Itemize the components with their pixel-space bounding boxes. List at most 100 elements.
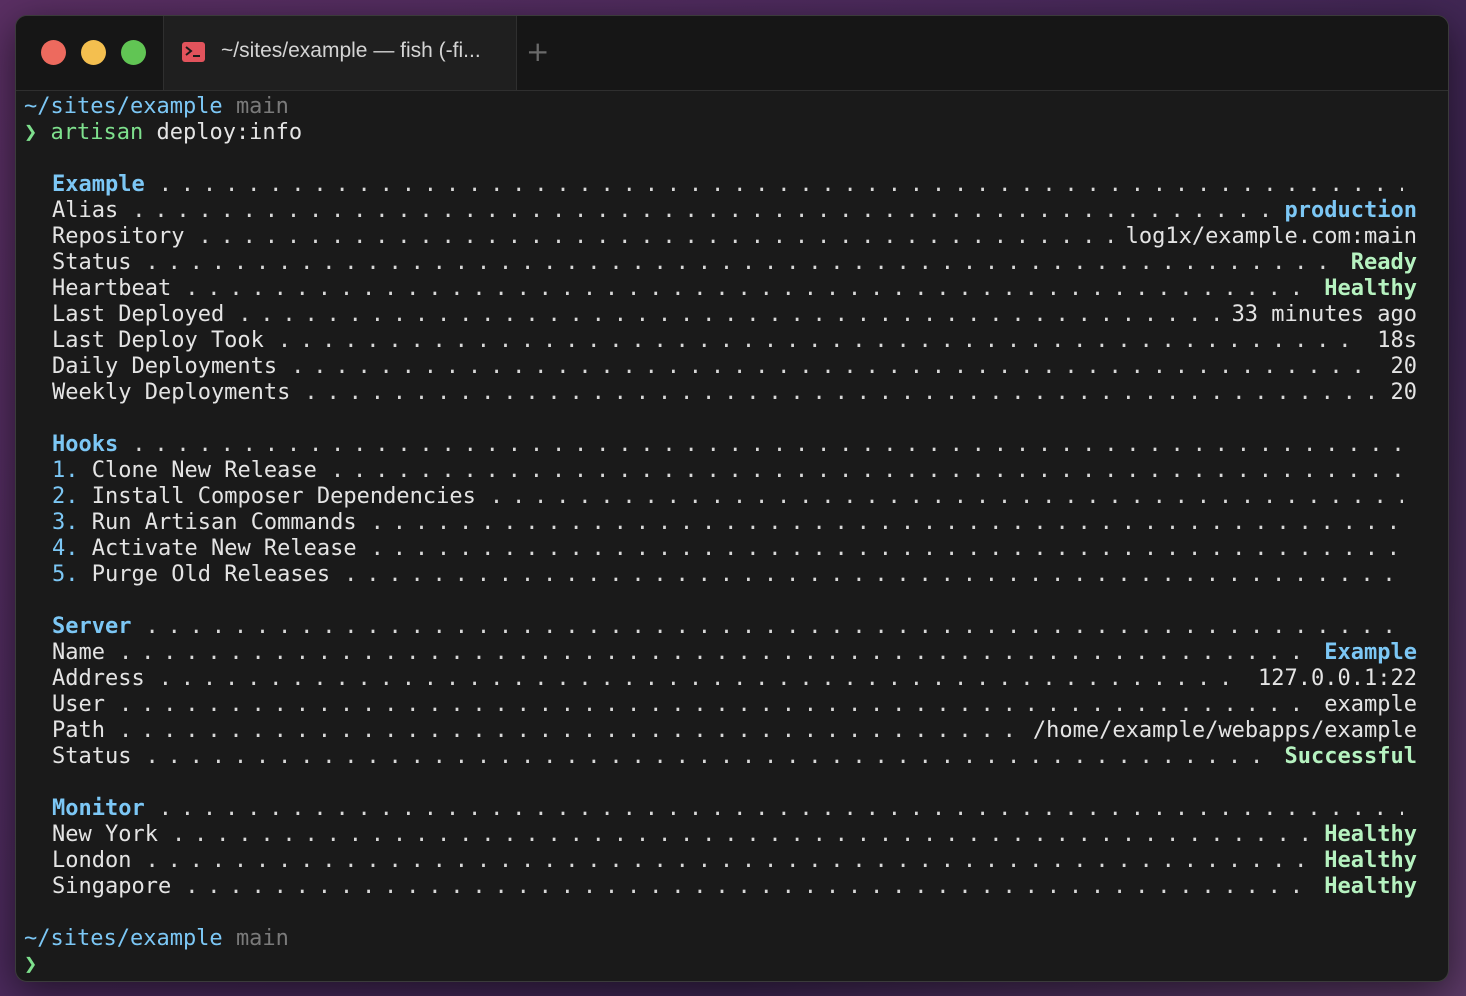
dot-leader (159, 666, 1244, 692)
terminal-window: ~/sites/example — fish (-fi... + ~/sites… (15, 15, 1449, 982)
dot-leader (185, 874, 1310, 900)
status-badge: Ready (1350, 250, 1417, 275)
dot-leader (145, 250, 1336, 276)
dot-leader (371, 536, 1403, 562)
dot-leader (278, 328, 1363, 354)
row-label: Name (52, 640, 105, 665)
section-header-example: Example (24, 172, 1434, 198)
dot-leader (132, 432, 1403, 458)
row-label: Status (52, 744, 132, 769)
row-label: Status (52, 250, 132, 275)
status-badge: Successful (1284, 744, 1417, 769)
hook-item: 4. Activate New Release (24, 536, 1434, 562)
terminal-icon (182, 42, 205, 62)
row-label: Example (52, 172, 145, 197)
status-badge: Healthy (1324, 822, 1417, 847)
info-row: London Healthy (24, 848, 1434, 874)
row-label: Last Deploy Took (52, 328, 264, 353)
info-row: Name Example (24, 640, 1434, 666)
dot-leader (119, 692, 1310, 718)
row-label: Hooks (52, 432, 119, 457)
section-header-hooks: Hooks (24, 432, 1434, 458)
row-value: production (1284, 198, 1417, 223)
row-label: 2. Install Composer Dependencies (52, 484, 476, 509)
row-value: example (1324, 692, 1417, 717)
info-row: Singapore Healthy (24, 874, 1434, 900)
command-args: deploy:info (156, 120, 303, 145)
input-line[interactable]: ❯ (24, 952, 1434, 978)
hook-item: 3. Run Artisan Commands (24, 510, 1434, 536)
prompt-cwd: ~/sites/example (24, 94, 223, 119)
row-label: Address (52, 666, 145, 691)
dot-leader (331, 458, 1403, 484)
info-row: Alias production (24, 198, 1434, 224)
info-row: Last Deploy Took 18s (24, 328, 1434, 354)
row-label: User (52, 692, 105, 717)
prompt-symbol: ❯ (24, 120, 38, 145)
info-row: Weekly Deployments 20 (24, 380, 1434, 406)
command-name: artisan (50, 120, 144, 145)
prompt-line: ~/sites/example main (24, 94, 1434, 120)
info-row: Address 127.0.0.1:22 (24, 666, 1434, 692)
prompt-branch: main (235, 926, 289, 951)
info-row: Status Ready (24, 250, 1434, 276)
row-value: 33 minutes ago (1231, 302, 1417, 327)
info-row: Repository log1x/example.com:main (24, 224, 1434, 250)
tab-title: ~/sites/example — fish (-fi... (221, 39, 481, 62)
minimize-window-button[interactable] (81, 40, 106, 65)
status-badge: Healthy (1324, 276, 1417, 301)
dot-leader (119, 718, 1019, 744)
prompt-symbol: ❯ (24, 952, 38, 977)
dot-leader (145, 614, 1403, 640)
row-label: 3. Run Artisan Commands (52, 510, 357, 535)
prompt-branch: main (235, 94, 289, 119)
prompt-cwd: ~/sites/example (24, 926, 223, 951)
hook-item: 2. Install Composer Dependencies (24, 484, 1434, 510)
info-row: Heartbeat Healthy (24, 276, 1434, 302)
row-label: London (52, 848, 132, 873)
row-label: Heartbeat (52, 276, 172, 301)
maximize-window-button[interactable] (121, 40, 146, 65)
title-bar: ~/sites/example — fish (-fi... + (16, 16, 1448, 91)
dot-leader (371, 510, 1403, 536)
dot-leader (238, 302, 1217, 328)
row-label: Last Deployed (52, 302, 225, 327)
command-line: ❯ artisan deploy:info (24, 120, 1434, 146)
terminal-output[interactable]: ~/sites/example main ❯ artisan deploy:in… (24, 94, 1434, 978)
tab-active[interactable]: ~/sites/example — fish (-fi... (163, 16, 517, 90)
dot-leader (291, 354, 1376, 380)
row-value: 20 (1390, 354, 1418, 379)
new-tab-button[interactable]: + (526, 36, 549, 68)
status-badge: Healthy (1324, 848, 1417, 873)
dot-leader (344, 562, 1403, 588)
section-header-monitor: Monitor (24, 796, 1434, 822)
row-value: 127.0.0.1:22 (1258, 666, 1417, 691)
info-row: New York Healthy (24, 822, 1434, 848)
info-row: User example (24, 692, 1434, 718)
row-label: Monitor (52, 796, 145, 821)
row-label: Weekly Deployments (52, 380, 291, 405)
row-label: Daily Deployments (52, 354, 278, 379)
row-label: 5. Purge Old Releases (52, 562, 331, 587)
dot-leader (185, 276, 1310, 302)
row-value: /home/example/webapps/example (1032, 718, 1417, 743)
row-value: 20 (1390, 380, 1418, 405)
row-label: Path (52, 718, 105, 743)
row-label: Singapore (52, 874, 172, 899)
info-row: Path/home/example/webapps/example (24, 718, 1434, 744)
dot-leader (145, 744, 1270, 770)
row-value: Example (1324, 640, 1417, 665)
dot-leader (145, 848, 1310, 874)
prompt-line: ~/sites/example main (24, 926, 1434, 952)
dot-leader (132, 198, 1270, 224)
close-window-button[interactable] (41, 40, 66, 65)
dot-leader (159, 172, 1403, 198)
row-value: 18s (1377, 328, 1417, 353)
hook-item: 5. Purge Old Releases (24, 562, 1434, 588)
dot-leader (172, 822, 1310, 848)
section-header-server: Server (24, 614, 1434, 640)
dot-leader (490, 484, 1403, 510)
info-row: Last Deployed 33 minutes ago (24, 302, 1434, 328)
row-label: Alias (52, 198, 119, 223)
row-label: Server (52, 614, 132, 639)
